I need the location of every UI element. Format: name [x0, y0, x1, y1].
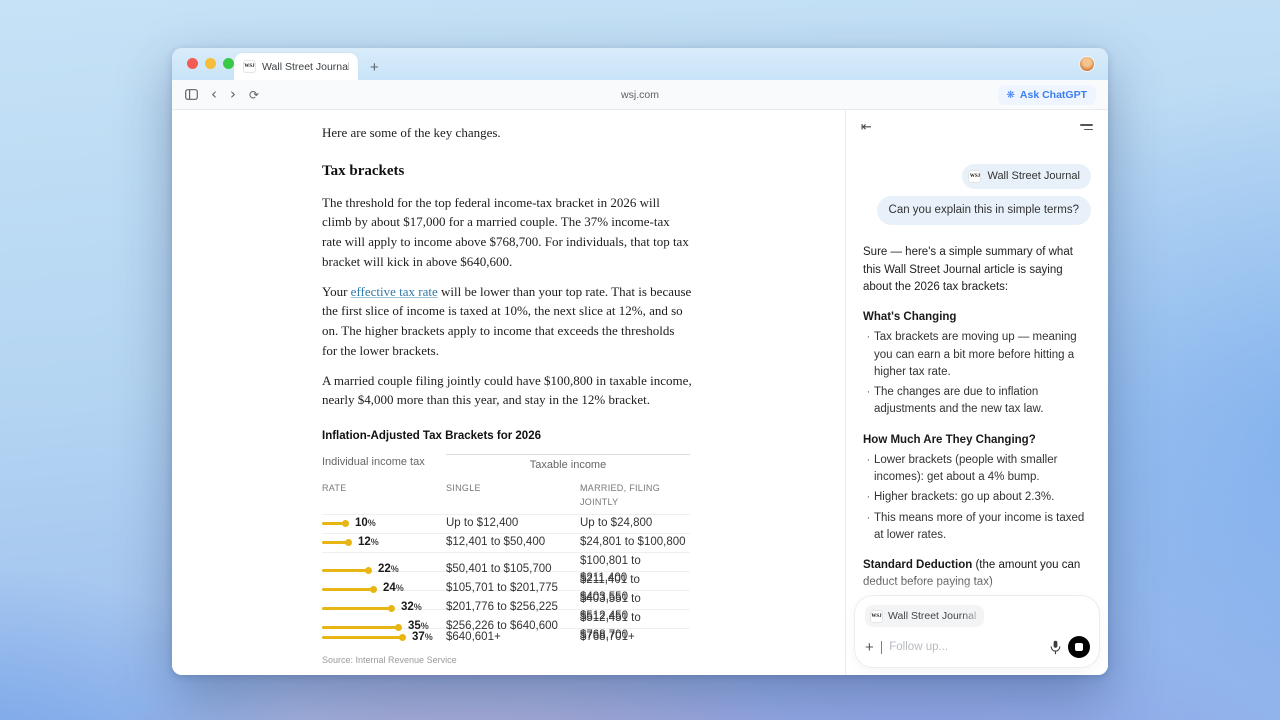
article-pane[interactable]: Here are some of the key changes. Tax br…: [172, 110, 845, 675]
section-title: Standard Deduction (the amount you can d…: [863, 557, 1091, 592]
rate-bar-icon: [322, 604, 395, 612]
tax-brackets-table: Inflation-Adjusted Tax Brackets for 2026…: [322, 428, 690, 667]
article-paragraph: Your effective tax rate will be lower th…: [322, 282, 692, 361]
wsj-favicon-icon: WSJ: [870, 610, 883, 623]
new-tab-button[interactable]: +: [370, 60, 379, 75]
article-paragraph: The threshold for the top federal income…: [322, 193, 692, 272]
source-chip[interactable]: WSJ Wall Street Journal: [962, 164, 1091, 189]
cell-single: $201,776 to $256,225: [446, 599, 580, 616]
text-cursor: [881, 641, 883, 654]
rate-bar-icon: [322, 520, 349, 528]
minimize-window-button[interactable]: [205, 58, 216, 69]
col-header-rate: RATE: [322, 482, 446, 509]
col-header-single: SINGLE: [446, 482, 580, 509]
tab-title: Wall Street Journal: [262, 61, 349, 73]
bullet-item: ·Lower brackets (people with smaller inc…: [863, 452, 1091, 487]
user-message-bubble: Can you explain this in simple terms?: [877, 196, 1091, 225]
table-row: 10% Up to $12,400 Up to $24,800: [322, 514, 690, 533]
menu-lines-icon[interactable]: [1080, 124, 1093, 130]
stop-button[interactable]: [1068, 636, 1090, 658]
browser-window: WSJ Wall Street Journal + ‹ › ⟳ wsj.com …: [172, 48, 1108, 675]
follow-up-input[interactable]: [889, 641, 1043, 653]
browser-toolbar: ‹ › ⟳ wsj.com ❋ Ask ChatGPT: [172, 80, 1108, 110]
traffic-lights: [187, 58, 234, 69]
zoom-window-button[interactable]: [223, 58, 234, 69]
section-title: How Much Are They Changing?: [863, 432, 1091, 449]
cell-single: $105,701 to $201,775: [446, 580, 580, 597]
section-title: What's Changing: [863, 309, 1091, 326]
bullet-item: ·This means more of your income is taxed…: [863, 510, 1091, 545]
wsj-favicon-icon: WSJ: [243, 60, 256, 73]
cell-single: $50,401 to $105,700: [446, 561, 580, 578]
rate-bar-icon: [322, 585, 377, 593]
microphone-icon[interactable]: [1050, 640, 1061, 655]
chatgpt-sidebar: ⇤ WSJ Wall Street Journal Can you explai…: [845, 110, 1108, 675]
effective-tax-rate-link[interactable]: effective tax rate: [351, 284, 438, 299]
close-window-button[interactable]: [187, 58, 198, 69]
address-bar[interactable]: wsj.com: [172, 89, 1108, 101]
collapse-sidebar-icon[interactable]: ⇤: [861, 119, 872, 135]
chatgpt-logo-icon: ❋: [1007, 90, 1015, 101]
table-row: 22% $50,401 to $105,700 $100,801 to $211…: [322, 552, 690, 571]
cell-single: $12,401 to $50,400: [446, 534, 580, 551]
bullet-item: ·Higher brackets: go up about 2.3%.: [863, 489, 1091, 506]
bullet-item: ·The changes are due to inflation adjust…: [863, 384, 1091, 419]
rate-bar-icon: [322, 566, 372, 574]
cell-single: $640,601+: [446, 629, 580, 646]
wsj-favicon-icon: WSJ: [968, 170, 981, 183]
cell-married: Up to $24,800: [580, 515, 690, 532]
ask-chatgpt-label: Ask ChatGPT: [1020, 89, 1087, 101]
source-chip-label: Wall Street Journal: [987, 168, 1080, 185]
cell-married: $24,801 to $100,800: [580, 534, 690, 551]
profile-avatar[interactable]: [1080, 57, 1094, 71]
col-header-married: MARRIED, FILING JOINTLY: [580, 482, 690, 509]
context-chip[interactable]: WSJ Wall Street Journal: [865, 605, 984, 627]
table-group-individual: Individual income tax: [322, 454, 446, 474]
bullet-item: ·Tax brackets are moving up — meaning yo…: [863, 329, 1091, 381]
assistant-intro: Sure — here's a simple summary of what t…: [863, 244, 1091, 296]
table-row: 12% $12,401 to $50,400 $24,801 to $100,8…: [322, 533, 690, 552]
article-heading-tax-brackets: Tax brackets: [322, 160, 692, 183]
cell-single: Up to $12,400: [446, 515, 580, 532]
table-title: Inflation-Adjusted Tax Brackets for 2026: [322, 428, 690, 445]
chat-composer: WSJ Wall Street Journal +: [855, 596, 1099, 668]
chat-header: ⇤: [846, 110, 1108, 144]
rate-bar-icon: [322, 634, 406, 642]
table-group-taxable: Taxable income: [446, 454, 690, 474]
tab-strip: WSJ Wall Street Journal +: [172, 48, 1108, 80]
article-intro: Here are some of the key changes.: [322, 123, 692, 143]
browser-tab[interactable]: WSJ Wall Street Journal: [234, 53, 358, 80]
table-source: Source: Internal Revenue Service: [322, 654, 690, 668]
cell-married: $768,701+: [580, 629, 690, 646]
ask-chatgpt-button[interactable]: ❋ Ask ChatGPT: [998, 85, 1097, 105]
rate-bar-icon: [322, 623, 402, 631]
attach-plus-button[interactable]: +: [865, 640, 874, 655]
rate-bar-icon: [322, 539, 352, 547]
article-paragraph: A married couple filing jointly could ha…: [322, 371, 692, 411]
